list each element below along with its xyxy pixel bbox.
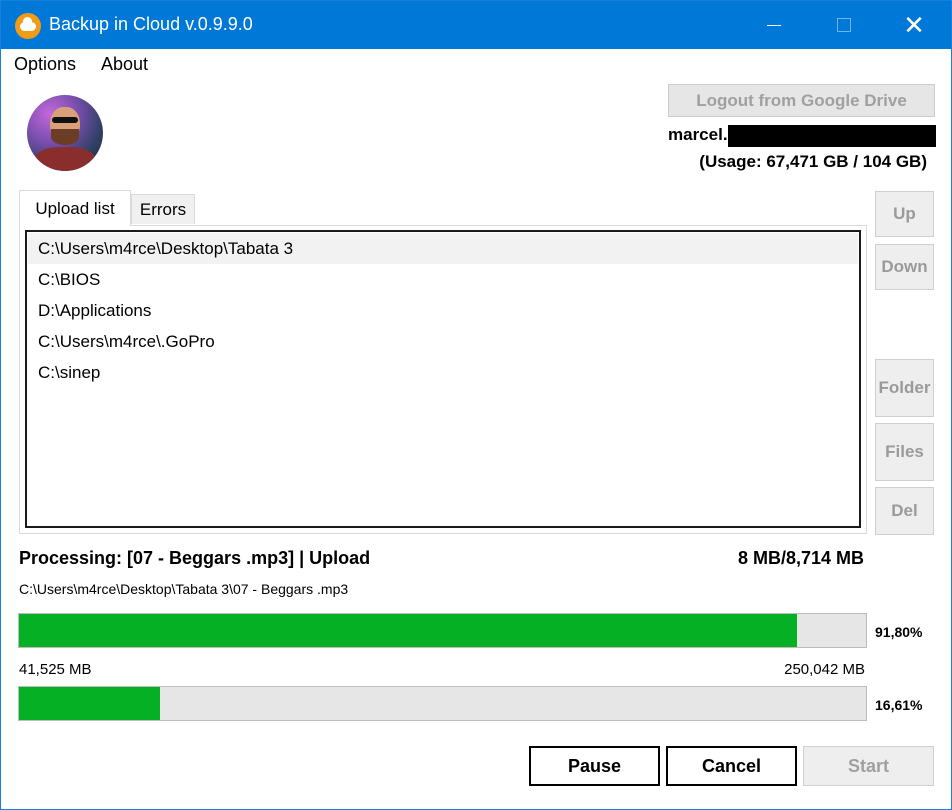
file-progress-bar: [18, 613, 867, 648]
start-button[interactable]: Start: [803, 746, 934, 786]
total-done-size: 41,525 MB: [19, 661, 92, 678]
title-bar[interactable]: Backup in Cloud v.0.9.9.0 ✕: [1, 1, 951, 49]
menu-bar: Options About: [1, 49, 951, 81]
tab-upload-list[interactable]: Upload list: [19, 190, 131, 226]
app-window: Backup in Cloud v.0.9.9.0 ✕ Options Abou…: [0, 0, 952, 810]
menu-options[interactable]: Options: [14, 54, 76, 75]
list-item[interactable]: C:\Users\m4rce\Desktop\Tabata 3: [28, 233, 858, 264]
minimize-button[interactable]: [739, 1, 809, 49]
pause-button[interactable]: Pause: [529, 746, 660, 786]
list-item[interactable]: C:\sinep: [28, 357, 858, 388]
window-title: Backup in Cloud v.0.9.9.0: [49, 14, 253, 34]
file-progress-fill: [19, 614, 797, 647]
list-item[interactable]: D:\Applications: [28, 295, 858, 326]
list-item[interactable]: C:\BIOS: [28, 264, 858, 295]
account-email: marcel.: [668, 125, 936, 147]
processing-size: 8 MB/8,714 MB: [737, 548, 864, 568]
email-redaction: [727, 125, 936, 147]
upload-listbox[interactable]: C:\Users\m4rce\Desktop\Tabata 3 C:\BIOS …: [25, 230, 861, 528]
cancel-button[interactable]: Cancel: [666, 746, 797, 786]
storage-usage: (Usage: 67,471 GB / 104 GB): [699, 152, 927, 171]
total-progress-fill: [19, 687, 160, 720]
file-progress-percent: 91,80%: [875, 624, 923, 640]
processing-status: Processing: [07 - Beggars .mp3] | Upload: [19, 548, 371, 568]
logout-button[interactable]: Logout from Google Drive: [668, 84, 935, 117]
delete-button[interactable]: Del: [875, 487, 934, 535]
total-progress-bar: [18, 686, 867, 721]
add-files-button[interactable]: Files: [875, 423, 934, 481]
list-item[interactable]: C:\Users\m4rce\.GoPro: [28, 326, 858, 357]
close-button[interactable]: ✕: [879, 1, 949, 49]
email-text: marcel.: [668, 125, 728, 144]
total-progress-percent: 16,61%: [875, 697, 923, 713]
total-size: 250,042 MB: [784, 661, 865, 678]
current-file-path: C:\Users\m4rce\Desktop\Tabata 3\07 - Beg…: [19, 581, 349, 597]
move-up-button[interactable]: Up: [875, 191, 934, 237]
minimize-icon: [767, 24, 781, 26]
cloud-app-icon: [15, 13, 41, 39]
menu-about[interactable]: About: [101, 54, 148, 75]
maximize-icon: [837, 18, 851, 32]
move-down-button[interactable]: Down: [875, 244, 934, 290]
tab-errors[interactable]: Errors: [131, 194, 195, 224]
add-folder-button[interactable]: Folder: [875, 359, 934, 417]
user-avatar: [27, 95, 103, 171]
maximize-button[interactable]: [809, 1, 879, 49]
